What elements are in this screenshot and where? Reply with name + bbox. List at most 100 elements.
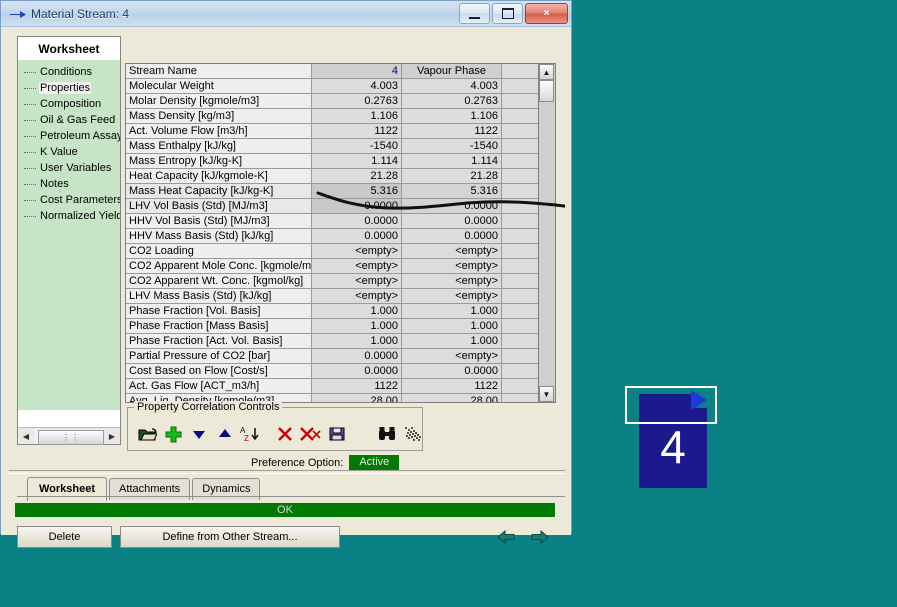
cell-value-stream[interactable]: 1.114 xyxy=(312,154,402,169)
cell-property-name[interactable]: CO2 Loading xyxy=(126,244,312,259)
next-arrow-icon[interactable] xyxy=(529,528,551,546)
cell-value-stream[interactable]: 4.003 xyxy=(312,79,402,94)
cell-property-name[interactable]: Mass Density [kg/m3] xyxy=(126,109,312,124)
nav-item-conditions[interactable]: Conditions xyxy=(20,64,120,80)
cell-value-vapour[interactable]: 1.000 xyxy=(402,334,502,349)
table-row[interactable]: CO2 Apparent Wt. Conc. [kgmol/kg] <empty>… xyxy=(126,274,538,289)
table-row[interactable]: Cost Based on Flow [Cost/s] 0.0000 0.0000 xyxy=(126,364,538,379)
cell-value-vapour[interactable]: 0.0000 xyxy=(402,229,502,244)
previous-arrow-icon[interactable] xyxy=(495,528,517,546)
nav-item-properties[interactable]: Properties xyxy=(20,80,120,96)
open-folder-icon[interactable] xyxy=(134,422,160,446)
column-header-spacer[interactable] xyxy=(502,64,538,79)
cell-property-name[interactable]: Molecular Weight xyxy=(126,79,312,94)
cell-value-stream[interactable]: 1.000 xyxy=(312,334,402,349)
cell-property-name[interactable]: Phase Fraction [Act. Vol. Basis] xyxy=(126,334,312,349)
grid-scroll-thumb[interactable] xyxy=(539,80,554,102)
table-row[interactable]: Mass Entropy [kJ/kg-K] 1.114 1.114 xyxy=(126,154,538,169)
cell-value-stream[interactable]: 0.0000 xyxy=(312,199,402,214)
property-correlation-controls[interactable]: Property Correlation Controls A Z xyxy=(127,401,426,451)
cell-value-vapour[interactable]: 1.000 xyxy=(402,319,502,334)
cell-property-name[interactable]: HHV Mass Basis (Std) [kJ/kg] xyxy=(126,229,312,244)
cell-spacer[interactable] xyxy=(502,349,538,364)
cell-property-name[interactable]: Act. Volume Flow [m3/h] xyxy=(126,124,312,139)
cell-value-vapour[interactable]: 21.28 xyxy=(402,169,502,184)
cell-spacer[interactable] xyxy=(502,379,538,394)
cell-value-vapour[interactable]: 1122 xyxy=(402,379,502,394)
cell-spacer[interactable] xyxy=(502,304,538,319)
maximize-button[interactable] xyxy=(492,3,523,24)
nav-item-notes[interactable]: Notes xyxy=(20,176,120,192)
worksheet-nav-panel[interactable]: Worksheet Conditions Properties Compositio… xyxy=(17,36,121,445)
properties-grid-wrapper[interactable]: Stream Name 4 Vapour Phase Molecular Weight… xyxy=(125,63,557,403)
column-header-stream-name[interactable]: Stream Name xyxy=(126,64,312,79)
cell-property-name[interactable]: Phase Fraction [Vol. Basis] xyxy=(126,304,312,319)
table-row[interactable]: Mass Density [kg/m3] 1.106 1.106 xyxy=(126,109,538,124)
grid-scroll-track[interactable] xyxy=(539,80,554,386)
cell-value-stream[interactable]: -1540 xyxy=(312,139,402,154)
cell-spacer[interactable] xyxy=(502,169,538,184)
nav-item-k-value[interactable]: K Value xyxy=(20,144,120,160)
table-row[interactable]: Partial Pressure of CO2 [bar] 0.0000 <empt… xyxy=(126,349,538,364)
table-row[interactable]: Mass Enthalpy [kJ/kg] -1540 -1540 xyxy=(126,139,538,154)
cell-value-stream[interactable]: <empty> xyxy=(312,259,402,274)
table-row[interactable]: HHV Mass Basis (Std) [kJ/kg] 0.0000 0.0000 xyxy=(126,229,538,244)
cell-spacer[interactable] xyxy=(502,259,538,274)
table-row[interactable]: LHV Mass Basis (Std) [kJ/kg] <empty> <empt… xyxy=(126,289,538,304)
column-header-stream-4[interactable]: 4 xyxy=(312,64,402,79)
cell-property-name[interactable]: CO2 Apparent Wt. Conc. [kgmol/kg] xyxy=(126,274,312,289)
cell-spacer[interactable] xyxy=(502,229,538,244)
pcc-toolbar[interactable]: A Z xyxy=(134,422,426,446)
table-row[interactable]: Act. Volume Flow [m3/h] 1122 1122 xyxy=(126,124,538,139)
cell-property-name[interactable]: Mass Entropy [kJ/kg-K] xyxy=(126,154,312,169)
cell-spacer[interactable] xyxy=(502,364,538,379)
window-controls[interactable]: × xyxy=(459,3,568,24)
cell-spacer[interactable] xyxy=(502,274,538,289)
save-floppy-icon[interactable] xyxy=(324,422,350,446)
close-button[interactable]: × xyxy=(525,3,568,24)
move-down-icon[interactable] xyxy=(186,422,212,446)
nav-tree[interactable]: Conditions Properties Composition Oil & Gas… xyxy=(18,60,120,410)
cell-value-vapour[interactable]: 0.0000 xyxy=(402,199,502,214)
cell-value-stream[interactable]: <empty> xyxy=(312,289,402,304)
nav-item-normalized-yield[interactable]: Normalized Yield: xyxy=(20,208,120,224)
cell-value-stream[interactable]: 0.0000 xyxy=(312,349,402,364)
cell-spacer[interactable] xyxy=(502,244,538,259)
delete-button[interactable]: Delete xyxy=(17,526,112,548)
cell-spacer[interactable] xyxy=(502,214,538,229)
cell-value-vapour[interactable]: 1122 xyxy=(402,124,502,139)
cell-spacer[interactable] xyxy=(502,199,538,214)
cell-spacer[interactable] xyxy=(502,334,538,349)
cell-value-vapour[interactable]: 0.0000 xyxy=(402,214,502,229)
preference-option-value[interactable]: Active xyxy=(349,455,400,471)
cell-value-stream[interactable]: 1.106 xyxy=(312,109,402,124)
cell-property-name[interactable]: Phase Fraction [Mass Basis] xyxy=(126,319,312,334)
table-row[interactable]: HHV Vol Basis (Std) [MJ/m3] 0.0000 0.0000 xyxy=(126,214,538,229)
cell-property-name[interactable]: LHV Vol Basis (Std) [MJ/m3] xyxy=(126,199,312,214)
cell-value-vapour[interactable]: -1540 xyxy=(402,139,502,154)
cell-value-vapour[interactable]: 28.00 xyxy=(402,394,502,402)
minimize-button[interactable] xyxy=(459,3,490,24)
delete-x-icon[interactable] xyxy=(272,422,298,446)
cell-spacer[interactable] xyxy=(502,289,538,304)
nav-item-composition[interactable]: Composition xyxy=(20,96,120,112)
scroll-right-icon[interactable]: ▶ xyxy=(104,429,120,444)
table-row[interactable]: Phase Fraction [Act. Vol. Basis] 1.000 1.0… xyxy=(126,334,538,349)
cell-value-stream[interactable]: 1122 xyxy=(312,379,402,394)
scroll-left-icon[interactable]: ◀ xyxy=(18,429,34,444)
cell-property-name[interactable]: Heat Capacity [kJ/kgmole-K] xyxy=(126,169,312,184)
table-row[interactable]: LHV Vol Basis (Std) [MJ/m3] 0.0000 0.0000 xyxy=(126,199,538,214)
scatter-icon[interactable] xyxy=(400,422,426,446)
cell-spacer[interactable] xyxy=(502,394,538,402)
cell-value-vapour[interactable]: 0.2763 xyxy=(402,94,502,109)
cell-property-name[interactable]: Molar Density [kgmole/m3] xyxy=(126,94,312,109)
nav-item-oil-gas-feed[interactable]: Oil & Gas Feed xyxy=(20,112,120,128)
nav-horizontal-scrollbar[interactable]: ◀ ⋮⋮ ▶ xyxy=(18,427,120,445)
cell-spacer[interactable] xyxy=(502,184,538,199)
table-row[interactable]: Act. Gas Flow [ACT_m3/h] 1122 1122 xyxy=(126,379,538,394)
nav-scroll-thumb[interactable]: ⋮⋮ xyxy=(38,429,104,445)
scroll-down-icon[interactable]: ▼ xyxy=(539,386,554,402)
cell-value-stream[interactable]: 0.0000 xyxy=(312,364,402,379)
properties-grid[interactable]: Stream Name 4 Vapour Phase Molecular Weight… xyxy=(125,63,539,403)
cell-value-vapour[interactable]: <empty> xyxy=(402,259,502,274)
